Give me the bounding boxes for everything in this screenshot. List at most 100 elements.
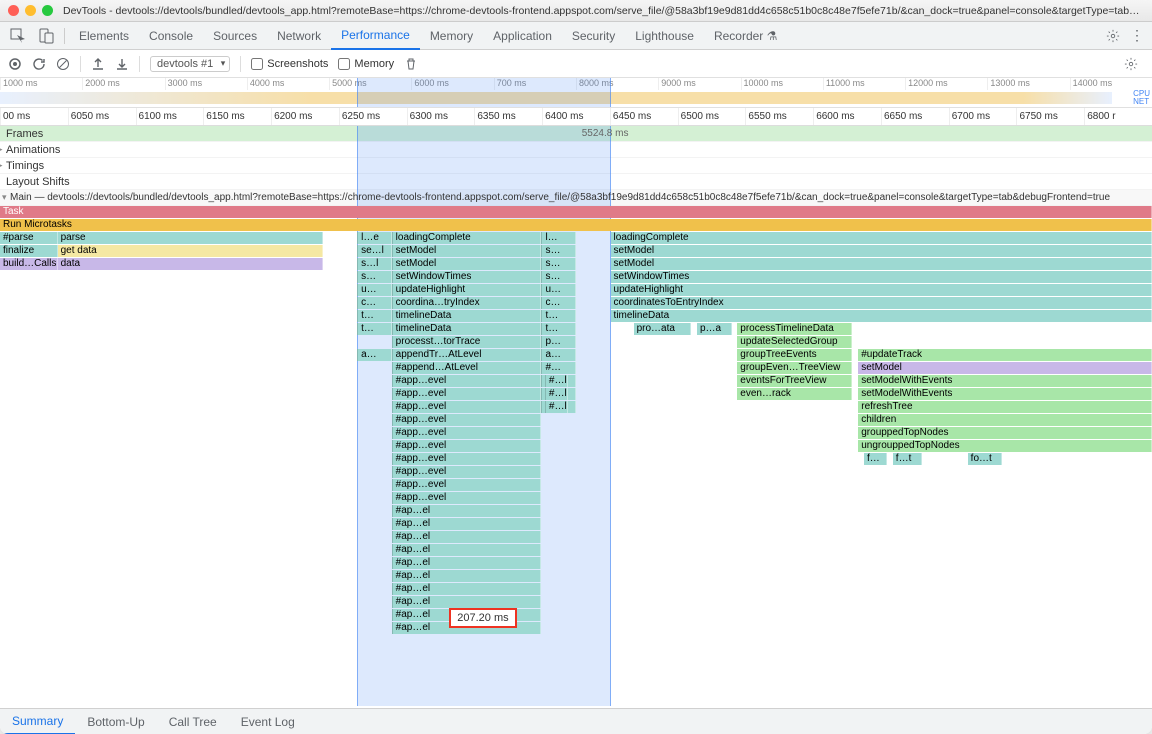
flame-bar[interactable]: refreshTree — [858, 401, 1152, 413]
flame-bar[interactable]: data — [58, 258, 323, 270]
flame-bar[interactable]: #ap…el — [392, 583, 542, 595]
tab-memory[interactable]: Memory — [420, 22, 483, 50]
overview-timeline[interactable]: 1000 ms2000 ms3000 ms4000 ms5000 ms6000 … — [0, 78, 1152, 108]
flame-bar[interactable]: #app…evel — [392, 440, 542, 452]
flame-bar[interactable]: #app…evel — [392, 427, 542, 439]
flame-bar[interactable]: #app…evel — [392, 492, 542, 504]
track-layout-shifts[interactable]: Layout Shifts — [0, 174, 1152, 190]
track-animations[interactable]: Animations — [0, 142, 1152, 158]
flame-bar[interactable]: ungrouppedTopNodes — [858, 440, 1152, 452]
flame-bar[interactable]: processt…torTrace — [392, 336, 542, 348]
detail-ruler[interactable]: 00 ms6050 ms6100 ms6150 ms6200 ms6250 ms… — [0, 108, 1152, 126]
flame-bar[interactable]: c… — [541, 297, 576, 309]
memory-checkbox[interactable]: Memory — [338, 58, 394, 70]
capture-settings-icon[interactable] — [1124, 57, 1138, 71]
flamegraph[interactable]: TaskRun Microtasks#parseparsel…eloadingC… — [0, 206, 1152, 635]
flame-bar[interactable]: #…l — [545, 401, 568, 413]
flame-bar[interactable]: s…l — [357, 258, 392, 270]
flame-bar[interactable]: setModel — [392, 245, 542, 257]
inspect-icon[interactable] — [10, 28, 26, 44]
flame-bar[interactable]: u… — [357, 284, 392, 296]
flame-bar[interactable]: #ap…el — [392, 505, 542, 517]
flame-bar[interactable]: c… — [357, 297, 392, 309]
flame-bar[interactable]: #ap…el — [392, 596, 542, 608]
flame-bar[interactable]: s… — [541, 245, 576, 257]
btab-summary[interactable]: Summary — [0, 709, 75, 734]
upload-icon[interactable] — [91, 57, 105, 71]
flame-bar[interactable]: appendTr…AtLevel — [392, 349, 542, 361]
flame-bar[interactable]: pro…ata — [634, 323, 692, 335]
tab-recorder[interactable]: Recorder ⚗ — [704, 22, 787, 50]
flame-bar[interactable]: a… — [357, 349, 392, 361]
flame-bar[interactable]: #app…evel — [392, 388, 542, 400]
flame-bar[interactable]: build…Calls — [0, 258, 58, 270]
flame-bar[interactable]: l…e — [357, 232, 392, 244]
flame-bar[interactable]: f…t — [893, 453, 922, 465]
flame-bar[interactable]: #app…evel — [392, 375, 542, 387]
flame-bar[interactable]: groupTreeEvents — [737, 349, 852, 361]
btab-eventlog[interactable]: Event Log — [229, 709, 307, 734]
minimize-icon[interactable] — [25, 5, 36, 16]
flame-bar[interactable]: timelineData — [392, 310, 542, 322]
flame-bar[interactable]: #ap…el — [392, 518, 542, 530]
trash-icon[interactable] — [404, 57, 418, 71]
flame-bar[interactable]: p… — [541, 336, 576, 348]
tab-application[interactable]: Application — [483, 22, 562, 50]
screenshots-checkbox[interactable]: Screenshots — [251, 58, 328, 70]
flame-bar[interactable]: t… — [357, 310, 392, 322]
tab-elements[interactable]: Elements — [69, 22, 139, 50]
flame-bar[interactable]: get data — [58, 245, 323, 257]
flame-bar[interactable]: a… — [541, 349, 576, 361]
flame-bar[interactable]: fo…t — [968, 453, 1003, 465]
flame-bar[interactable]: loadingComplete — [392, 232, 542, 244]
flame-bar[interactable]: #ap…el — [392, 570, 542, 582]
flame-bar[interactable]: processTimelineData — [737, 323, 852, 335]
flame-bar[interactable]: f… — [864, 453, 887, 465]
close-icon[interactable] — [8, 5, 19, 16]
flame-bar[interactable]: updateHighlight — [611, 284, 1152, 296]
flame-bar[interactable]: groupEven…TreeView — [737, 362, 852, 374]
flame-bar[interactable]: setModel — [611, 245, 1152, 257]
flame-bar[interactable]: setModel — [858, 362, 1152, 374]
flame-bar[interactable]: t… — [541, 310, 576, 322]
flame-bar[interactable]: #…l — [545, 388, 568, 400]
flame-bar[interactable]: p…a — [697, 323, 732, 335]
settings-icon[interactable] — [1106, 29, 1120, 43]
tab-network[interactable]: Network — [267, 22, 331, 50]
flame-bar[interactable]: updateHighlight — [392, 284, 542, 296]
profile-selector[interactable]: devtools #1 — [150, 56, 230, 72]
flame-bar[interactable]: #app…evel — [392, 401, 542, 413]
kebab-icon[interactable]: ⋮ — [1126, 27, 1148, 44]
flame-bar[interactable]: se…l — [357, 245, 392, 257]
flame-bar[interactable]: #updateTrack — [858, 349, 1152, 361]
reload-icon[interactable] — [32, 57, 46, 71]
flame-bar[interactable]: s… — [541, 271, 576, 283]
flame-bar[interactable]: finalize — [0, 245, 58, 257]
flame-bar[interactable]: t… — [541, 323, 576, 335]
tab-performance[interactable]: Performance — [331, 22, 420, 50]
flame-bar[interactable]: #append…AtLevel — [392, 362, 542, 374]
tab-console[interactable]: Console — [139, 22, 203, 50]
flame-bar[interactable]: #ap…el — [392, 531, 542, 543]
flame-bar[interactable]: eventsForTreeView — [737, 375, 852, 387]
flame-bar[interactable]: #app…evel — [392, 479, 542, 491]
flame-bar[interactable]: #app…evel — [392, 414, 542, 426]
flame-bar[interactable]: updateSelectedGroup — [737, 336, 852, 348]
btab-bottomup[interactable]: Bottom-Up — [75, 709, 156, 734]
track-frames[interactable]: Frames — [0, 126, 1152, 142]
flame-bar[interactable]: children — [858, 414, 1152, 426]
download-icon[interactable] — [115, 57, 129, 71]
flame-bar[interactable]: #… — [541, 362, 576, 374]
flame-bar[interactable]: t… — [357, 323, 392, 335]
flame-bar[interactable]: setModel — [611, 258, 1152, 270]
flame-bar[interactable]: timelineData — [392, 323, 542, 335]
clear-icon[interactable] — [56, 57, 70, 71]
flame-bar[interactable]: #ap…el — [392, 544, 542, 556]
flame-bar[interactable]: timelineData — [611, 310, 1152, 322]
flame-bar[interactable]: Task — [0, 206, 1152, 218]
flame-bar[interactable]: grouppedTopNodes — [858, 427, 1152, 439]
track-timings[interactable]: Timings — [0, 158, 1152, 174]
tab-lighthouse[interactable]: Lighthouse — [625, 22, 704, 50]
flame-bar[interactable]: u… — [541, 284, 576, 296]
btab-calltree[interactable]: Call Tree — [157, 709, 229, 734]
